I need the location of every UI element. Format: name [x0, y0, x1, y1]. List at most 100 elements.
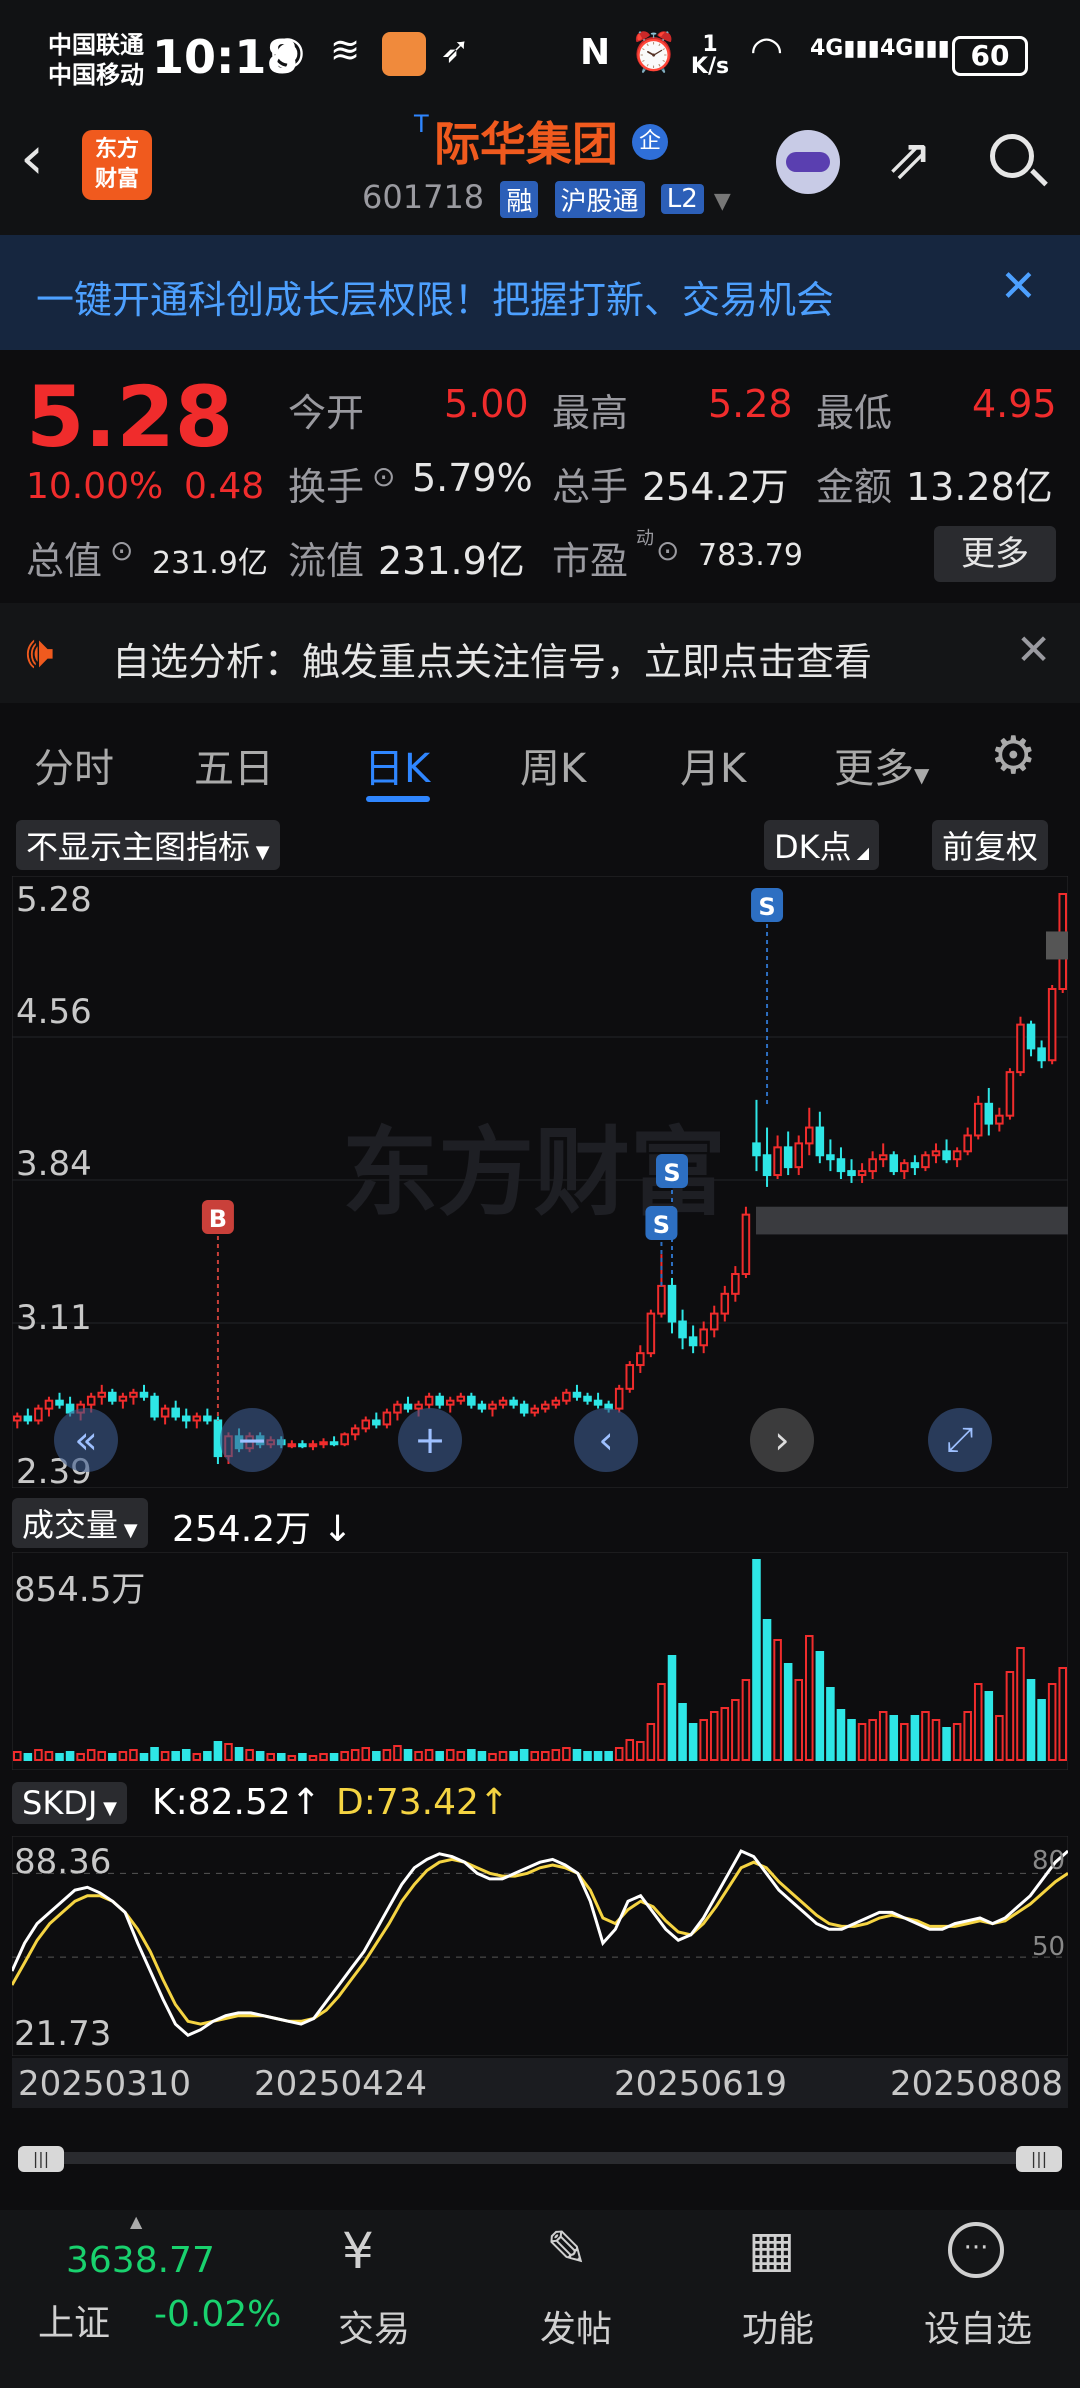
candle-body: [361, 1419, 371, 1430]
tab-daily-k[interactable]: 日K: [364, 736, 430, 794]
candle-body: [720, 1292, 730, 1315]
zoom-in-icon[interactable]: +: [398, 1408, 462, 1472]
nav-function[interactable]: 功能: [742, 2300, 814, 2352]
candle-body: [203, 1415, 212, 1422]
zoom-out-icon[interactable]: −: [220, 1408, 284, 1472]
high-value: 5.28: [708, 382, 793, 426]
info-icon[interactable]: ⊙: [656, 534, 679, 567]
candle-body: [657, 1284, 666, 1315]
volume-bar: [86, 1749, 96, 1761]
tab-more[interactable]: 更多▼: [834, 736, 929, 794]
candle-body: [857, 1170, 867, 1177]
candle-body: [625, 1364, 635, 1390]
step-right-icon[interactable]: ›: [750, 1408, 814, 1472]
candle-body: [678, 1320, 687, 1339]
promo-banner[interactable]: 一键开通科创成长层权限！把握打新、交易机会 ✕: [0, 235, 1080, 350]
battery-icon: 60: [952, 36, 1028, 76]
tab-weekly-k[interactable]: 周K: [520, 736, 586, 794]
battery-level: 60: [970, 39, 1010, 72]
post-icon[interactable]: ✎: [546, 2220, 588, 2278]
volume-bar: [815, 1651, 825, 1761]
fullscreen-icon[interactable]: ⤢: [928, 1408, 992, 1472]
candle-body: [456, 1395, 466, 1402]
amount-value: 13.28亿: [906, 465, 1053, 509]
signal-label: S: [663, 1159, 680, 1187]
tab-intraday[interactable]: 分时: [34, 736, 114, 794]
tab-five-day[interactable]: 五日: [194, 736, 274, 794]
indicator-select[interactable]: 不显示主图指标 ▼: [16, 820, 280, 870]
chevron-left-icon: ‹: [20, 123, 44, 193]
range-right-handle[interactable]: |||: [1016, 2146, 1062, 2172]
caret-up-icon[interactable]: ▲: [130, 2212, 142, 2231]
candle-body: [762, 1154, 772, 1177]
nav-trade[interactable]: 交易: [338, 2300, 410, 2352]
volume-bar: [150, 1747, 159, 1761]
volume-bar: [657, 1683, 666, 1761]
index-change[interactable]: -0.02%: [154, 2294, 281, 2335]
volume-max-label: 854.5万: [14, 1570, 146, 1610]
back-button[interactable]: ‹: [20, 128, 44, 188]
volume-bar: [160, 1751, 170, 1761]
nav-watchlist[interactable]: 设自选: [924, 2300, 1032, 2352]
volume-chart[interactable]: [12, 1552, 1068, 1770]
index-value[interactable]: 3638.77: [66, 2240, 215, 2281]
info-icon[interactable]: ⊙: [110, 534, 133, 567]
volume-bar: [973, 1683, 983, 1761]
candle-body: [878, 1154, 888, 1161]
signal-4g-1-icon: 4G▮▮▮: [810, 36, 880, 61]
step-left-icon[interactable]: ‹: [574, 1408, 638, 1472]
skdj-k: K:82.52↑: [152, 1782, 321, 1823]
close-icon[interactable]: ✕: [1000, 261, 1037, 312]
candle-body: [192, 1415, 202, 1422]
candle-body: [171, 1407, 180, 1418]
rewind-icon[interactable]: «: [54, 1408, 118, 1472]
tab-monthly-k[interactable]: 月K: [680, 736, 746, 794]
watchlist-icon[interactable]: ···: [948, 2222, 1004, 2278]
analysis-alert[interactable]: 🕪 自选分析：触发重点关注信号，立即点击查看 ✕: [0, 603, 1080, 703]
caret-down-icon[interactable]: ▼: [714, 189, 731, 214]
share-icon[interactable]: ⇗: [886, 130, 933, 190]
skdj-ref-80: 80: [1032, 1846, 1066, 1876]
volume-bar: [1047, 1683, 1057, 1761]
trade-icon[interactable]: ¥: [342, 2222, 374, 2280]
robot-assistant-icon[interactable]: [776, 130, 840, 194]
candle-body: [836, 1158, 846, 1173]
volume-bar: [34, 1749, 43, 1761]
range-left-handle[interactable]: |||: [18, 2146, 64, 2172]
info-icon[interactable]: ⊙: [372, 460, 395, 493]
skdj-chart[interactable]: [12, 1836, 1068, 2056]
carrier-1: 中国联通: [48, 31, 144, 59]
skdj-indicator-select[interactable]: SKDJ ▼: [12, 1782, 127, 1824]
volume-current-value: 254.2万: [172, 1509, 312, 1550]
volume-bar: [498, 1751, 508, 1761]
adjust-button[interactable]: 前复权: [932, 820, 1049, 870]
l2-tag: L2: [660, 184, 704, 214]
candle-body: [900, 1162, 909, 1173]
pe-label: 市盈: [552, 539, 629, 583]
volume-bar: [604, 1751, 613, 1761]
kline-chart[interactable]: 东方财富B SSS: [12, 876, 1068, 1488]
volume-bar: [995, 1715, 1004, 1761]
candle-body: [826, 1154, 835, 1161]
candle-body: [583, 1395, 592, 1402]
candle-body: [593, 1399, 603, 1406]
candle-body: [709, 1312, 719, 1331]
gear-icon[interactable]: ⚙: [990, 730, 1037, 782]
dk-button[interactable]: DK点 ◢: [764, 820, 880, 870]
search-icon[interactable]: [990, 134, 1048, 187]
candle-body: [308, 1443, 318, 1448]
candle-body: [509, 1399, 518, 1406]
volume-bar: [1005, 1671, 1015, 1761]
candle-body: [889, 1154, 899, 1173]
candle-body: [921, 1154, 930, 1169]
more-quote-button[interactable]: 更多: [934, 526, 1056, 582]
volume-indicator-select[interactable]: 成交量 ▼: [12, 1498, 148, 1548]
active-tab-indicator: [366, 796, 430, 802]
candle-body: [519, 1403, 529, 1414]
pe-value: 783.79: [698, 538, 803, 573]
nav-post[interactable]: 发帖: [540, 2300, 612, 2352]
candle-body: [572, 1391, 582, 1398]
grid-icon[interactable]: ▦: [748, 2220, 795, 2278]
index-name[interactable]: 上证: [38, 2294, 110, 2346]
close-icon[interactable]: ✕: [1016, 625, 1051, 674]
